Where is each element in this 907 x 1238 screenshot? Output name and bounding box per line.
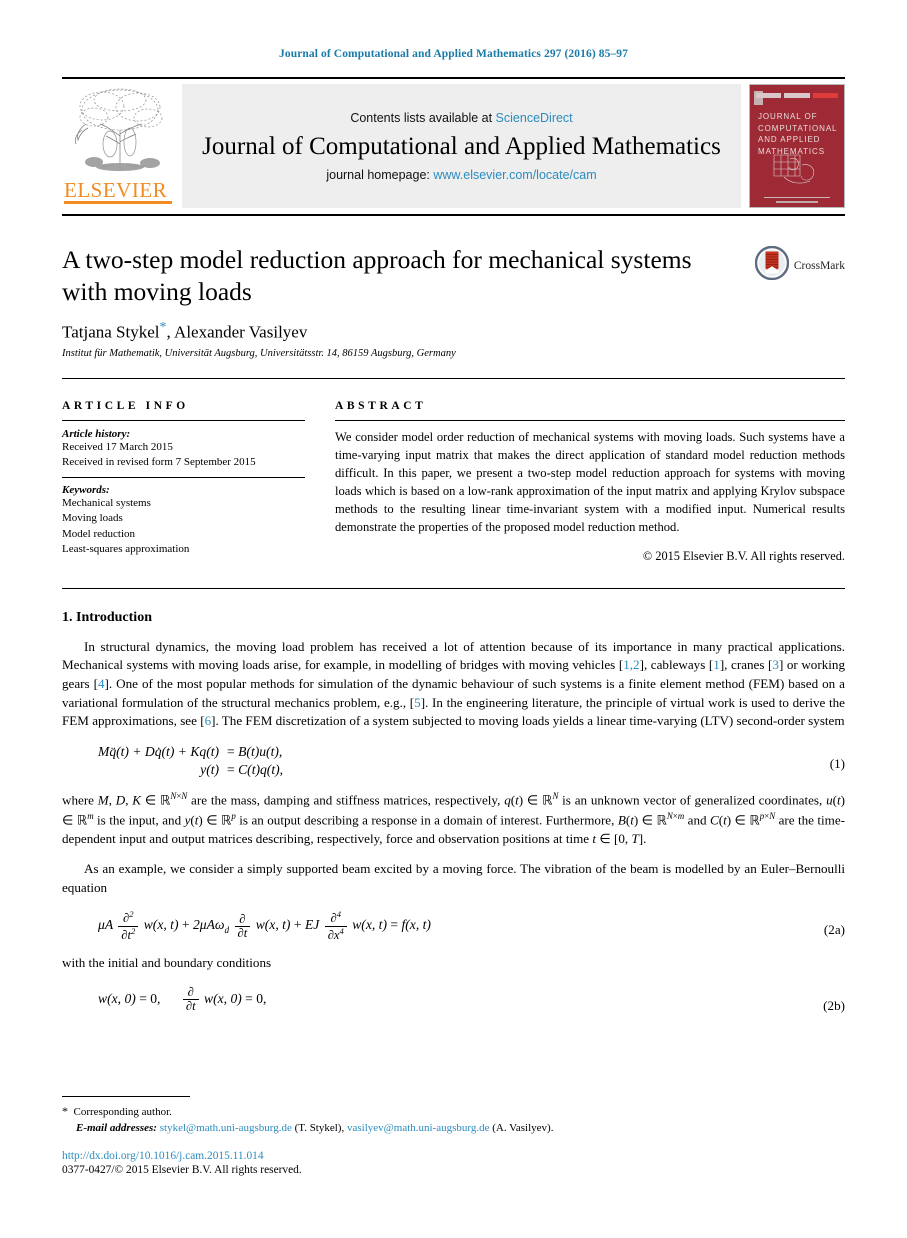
footnote-emails: E-mail addresses: stykel@math.uni-augsbu…: [62, 1121, 845, 1137]
article-info-rule: [62, 419, 305, 421]
intro-paragraph-1: In structural dynamics, the moving load …: [62, 638, 845, 731]
info-abstract-section: ARTICLE INFO Article history: Received 1…: [62, 400, 845, 564]
elsevier-logo: ELSEVIER: [62, 84, 174, 208]
author-1: Tatjana Stykel: [62, 322, 160, 342]
equation-2a-body: μA ∂2 ∂t2 w(x, t) + 2μAωd ∂ ∂t w(x, t) + E…: [98, 909, 431, 942]
intro-text-b: ], cableways [: [639, 657, 714, 673]
abstract-column: ABSTRACT We consider model order reducti…: [335, 400, 845, 564]
keyword-item: Model reduction: [62, 527, 136, 540]
equation-1: Mq̈(t) + Dq̇(t) + Kq(t) = B(t)u(t), y(t)…: [62, 744, 845, 778]
journal-cover-thumbnail: JOURNAL OF COMPUTATIONAL AND APPLIED MAT…: [749, 84, 845, 208]
equation-1-line2-rhs: C(t)q(t),: [238, 761, 284, 777]
banner-center: Contents lists available at ScienceDirec…: [182, 84, 741, 208]
equation-2b-number: (2b): [823, 997, 845, 1013]
article-history-heading: Article history:: [62, 427, 131, 440]
equation-1-line1-lhs: Mq̈(t) + Dq̇(t) + Kq(t): [98, 743, 220, 759]
email-link-1[interactable]: stykel@math.uni-augsburg.de: [160, 1122, 292, 1134]
cover-topbar: [756, 93, 838, 98]
footnote-star: *: [62, 1104, 68, 1119]
journal-homepage-link[interactable]: www.elsevier.com/locate/cam: [433, 168, 596, 182]
email-label: E-mail addresses:: [76, 1122, 157, 1135]
elsevier-wordmark: ELSEVIER: [64, 178, 168, 202]
article-info-column: ARTICLE INFO Article history: Received 1…: [62, 400, 305, 564]
cover-footer-bar: [776, 201, 818, 203]
affiliation: Institut für Mathematik, Universität Aug…: [62, 347, 456, 359]
homepage-prefix: journal homepage:: [326, 167, 434, 182]
crossmark-icon: [754, 245, 790, 285]
article-info-label: ARTICLE INFO: [62, 399, 189, 412]
abstract-rule: [335, 419, 845, 421]
author-2: , Alexander Vasilyev: [166, 322, 308, 342]
title-block: A two-step model reduction approach for …: [62, 244, 845, 359]
paragraph-beam-example: As an example, we consider a simply supp…: [62, 861, 845, 895]
section-number: 1.: [62, 609, 73, 625]
email-who-2: (A. Vasilyev).: [492, 1122, 554, 1135]
keyword-item: Moving loads: [62, 512, 123, 525]
footnote-area: * Corresponding author. E-mail addresses…: [62, 1096, 845, 1176]
intro-text-g: ]. The FEM discretization of a system su…: [211, 713, 845, 729]
equation-1-line1-rhs: B(t)u(t),: [238, 743, 283, 759]
equation-2a: μA ∂2 ∂t2 w(x, t) + 2μAωd ∂ ∂t w(x, t) + E…: [62, 910, 845, 942]
sciencedirect-link[interactable]: ScienceDirect: [496, 111, 573, 125]
equation-2b: w(x, 0) = 0, ∂ ∂t w(x, 0) = 0, (2b): [62, 984, 845, 1014]
journal-banner: ELSEVIER Contents lists available at Sci…: [62, 77, 845, 216]
homepage-line: journal homepage: www.elsevier.com/locat…: [192, 168, 731, 182]
issn-copyright: 0377-0427/© 2015 Elsevier B.V. All right…: [62, 1164, 302, 1176]
contents-prefix: Contents lists available at: [350, 110, 496, 125]
email-link-2[interactable]: vasilyev@math.uni-augsburg.de: [347, 1122, 490, 1134]
running-head: Journal of Computational and Applied Mat…: [279, 48, 628, 60]
equation-1-line2-lhs: y(t): [200, 761, 220, 777]
equation-2a-number: (2a): [823, 922, 845, 938]
footnote-corresponding: * Corresponding author.: [62, 1103, 845, 1121]
abstract-label: ABSTRACT: [335, 399, 427, 412]
citation-ref[interactable]: 1,2: [623, 657, 639, 672]
info-top-rule: [62, 377, 845, 379]
keywords-heading: Keywords:: [62, 484, 110, 497]
cover-artwork: [773, 154, 815, 184]
contents-line: Contents lists available at ScienceDirec…: [192, 111, 731, 125]
abstract-copyright: © 2015 Elsevier B.V. All rights reserved…: [642, 548, 845, 563]
article-history-received: Received 17 March 2015: [62, 440, 173, 453]
article-history-revised: Received in revised form 7 September 201…: [62, 456, 256, 469]
crossmark-label: CrossMark: [793, 259, 845, 272]
footnote-corresponding-text: Corresponding author.: [73, 1106, 172, 1119]
keyword-item: Mechanical systems: [62, 497, 151, 510]
crossmark-badge[interactable]: CrossMark: [754, 245, 845, 285]
info-bottom-rule: [62, 587, 845, 589]
footnote-rule: [62, 1096, 190, 1098]
doi-link[interactable]: http://dx.doi.org/10.1016/j.cam.2015.11.…: [62, 1150, 845, 1162]
elsevier-tree-icon: [64, 84, 172, 172]
paragraph-initial-conditions: with the initial and boundary conditions: [62, 955, 272, 971]
equation-1-body: Mq̈(t) + Dq̇(t) + Kq(t) = B(t)u(t), y(t)…: [98, 743, 284, 777]
banner-bottom-rule: [62, 214, 845, 216]
author-list: Tatjana Stykel*, Alexander Vasilyev: [62, 320, 741, 343]
section-heading-introduction: 1. Introduction: [62, 610, 845, 626]
keyword-item: Least-squares approximation: [62, 542, 190, 555]
equation-1-number: (1): [829, 755, 845, 771]
paper-page: Journal of Computational and Applied Mat…: [0, 0, 907, 1238]
equation-2b-body: w(x, 0) = 0, ∂ ∂t w(x, 0) = 0,: [98, 984, 267, 1013]
section-title-text: Introduction: [76, 609, 152, 625]
paragraph-after-eq1: where M, D, K ∈ ℝN×N are the mass, dampi…: [62, 790, 846, 846]
email-who-1: (T. Stykel),: [294, 1122, 345, 1135]
page-title: A two-step model reduction approach for …: [62, 245, 692, 306]
journal-title: Journal of Computational and Applied Mat…: [202, 132, 721, 160]
cover-rule: [764, 197, 830, 198]
abstract-text: We consider model order reduction of mec…: [335, 429, 845, 534]
intro-text-c: ], cranes [: [719, 657, 773, 673]
keywords-rule: [62, 477, 305, 479]
